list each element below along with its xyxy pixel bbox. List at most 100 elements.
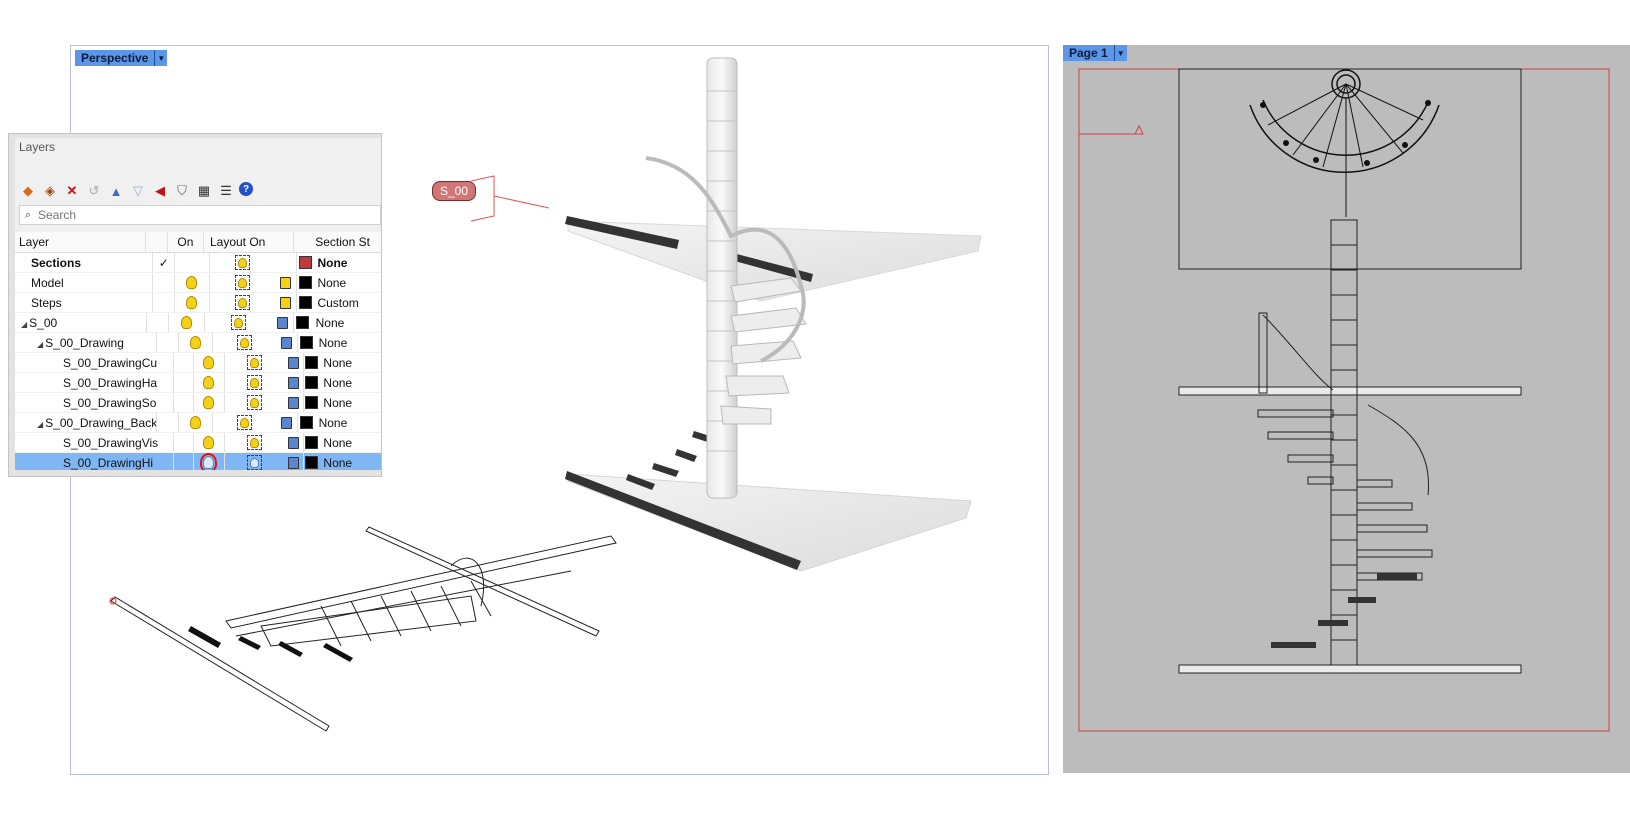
layout-bulb-icon[interactable] [230,315,246,330]
layer-color-swatch[interactable] [296,316,310,329]
lock-icon[interactable] [281,416,293,429]
col-header-layout-on[interactable]: Layout On [202,232,272,252]
table-icon[interactable]: ▦ [195,182,213,200]
layer-row[interactable]: S_00_DrawingHa None [15,373,381,393]
expand-icon[interactable]: ◢ [21,320,27,329]
undo-icon[interactable]: ↺ [85,182,103,200]
layout-bulb-icon[interactable] [237,415,253,430]
layout-bulb-icon[interactable] [247,375,263,390]
layer-color-swatch[interactable] [299,416,313,429]
layer-color-swatch[interactable] [298,276,312,289]
layer-row[interactable]: ◢ S_00_Drawing_Back None [15,413,381,433]
layer-row[interactable]: S_00_DrawingVis None [15,433,381,453]
bulb-on-icon[interactable] [203,356,215,369]
lock-icon[interactable] [288,456,300,469]
filter-icon[interactable]: ⛉ [173,182,191,200]
current-layer-check-icon[interactable]: ✓ [152,253,174,272]
layer-color-swatch[interactable] [298,296,312,309]
bulb-on-icon[interactable] [186,276,198,289]
layout-bulb-icon[interactable] [247,395,263,410]
section-style-value[interactable]: None [319,376,381,390]
section-style-value[interactable]: None [312,316,381,330]
layer-color-swatch[interactable] [305,356,319,369]
layer-row[interactable]: Sections ✓ None [15,253,381,273]
section-style-value[interactable]: None [313,276,381,290]
bulb-off-icon[interactable] [200,453,218,470]
lock-icon[interactable] [281,336,293,349]
layer-color-swatch[interactable] [305,396,319,409]
unlock-icon[interactable] [279,276,291,289]
bulb-on-icon[interactable] [189,416,201,429]
expand-icon[interactable]: ◢ [37,420,43,429]
layer-row[interactable]: ◢ S_00_Drawing None [15,333,381,353]
layout-page[interactable]: Page 1 ▼ [1063,45,1630,773]
lock-icon[interactable] [277,316,289,329]
expand-icon[interactable]: ◢ [37,340,43,349]
layout-bulb-icon[interactable] [234,275,250,290]
layout-bulb-icon[interactable] [247,355,263,370]
current-layer-cell[interactable] [156,413,177,432]
bulb-on-icon[interactable] [203,396,215,409]
layer-row[interactable]: Model None [15,273,381,293]
move-up-icon[interactable]: ▲ [107,182,125,200]
current-layer-cell[interactable] [173,373,193,392]
layout-bulb-icon[interactable] [237,335,253,350]
layer-row[interactable]: S_00_DrawingCu None [15,353,381,373]
layer-row[interactable]: S_00_DrawingHi None [15,453,381,470]
bulb-on-icon[interactable] [181,316,192,329]
layout-bulb-icon[interactable] [247,435,263,450]
layer-color-swatch[interactable] [305,456,319,469]
layer-color-swatch[interactable] [298,256,312,269]
help-icon[interactable]: ? [239,182,253,196]
section-style-value[interactable]: None [319,396,381,410]
new-sublayer-icon[interactable]: ◈ [41,182,59,200]
current-layer-cell[interactable] [173,453,193,470]
current-layer-cell[interactable] [173,433,193,452]
current-layer-cell[interactable] [152,293,174,312]
section-style-value[interactable]: None [315,336,381,350]
move-to-parent-icon[interactable]: ◀ [151,182,169,200]
section-style-value[interactable]: None [319,356,381,370]
lock-icon[interactable] [288,436,300,449]
chevron-down-icon[interactable]: ▼ [1113,45,1127,61]
layout-tab-page1[interactable]: Page 1 ▼ [1063,45,1127,61]
section-label-tag[interactable]: S_00 [432,181,476,201]
viewport-tab-perspective[interactable]: Perspective ▼ [75,50,168,66]
col-header-layer[interactable]: Layer [15,235,145,249]
layer-color-swatch[interactable] [299,336,313,349]
delete-icon[interactable]: ✕ [63,182,81,200]
col-header-section-style[interactable]: Section St [311,235,381,249]
lock-icon[interactable] [288,356,300,369]
layout-bulb-icon[interactable] [234,255,250,270]
chevron-down-icon[interactable]: ▼ [154,50,167,66]
unlock-icon[interactable] [279,296,291,309]
current-layer-cell[interactable] [156,333,177,352]
bulb-on-icon[interactable] [186,296,198,309]
current-layer-cell[interactable] [146,313,168,332]
layout-bulb-icon[interactable] [234,295,250,310]
layer-row[interactable]: S_00_DrawingSo None [15,393,381,413]
layer-color-swatch[interactable] [305,436,319,449]
layout-bulb-icon[interactable] [247,455,263,470]
search-input[interactable] [36,207,360,223]
section-style-value[interactable]: Custom [313,296,381,310]
layer-row[interactable]: Steps Custom [15,293,381,313]
move-down-icon[interactable]: ▽ [129,182,147,200]
section-style-value[interactable]: None [315,416,381,430]
section-style-value[interactable]: None [319,436,381,450]
layer-row[interactable]: ◢ S_00 None [15,313,381,333]
current-layer-cell[interactable] [173,393,193,412]
bulb-on-icon[interactable] [203,376,215,389]
section-style-value[interactable]: None [313,256,381,270]
lock-icon[interactable] [288,396,300,409]
current-layer-cell[interactable] [152,273,174,292]
col-header-on[interactable]: On [167,232,203,252]
lock-icon[interactable] [288,376,300,389]
new-layer-icon[interactable]: ◆ [19,182,37,200]
layer-color-swatch[interactable] [305,376,319,389]
current-layer-cell[interactable] [173,353,193,372]
menu-icon[interactable]: ☰ [217,182,235,200]
bulb-on-icon[interactable] [189,336,201,349]
section-style-value[interactable]: None [319,456,381,470]
bulb-on-icon[interactable] [203,436,215,449]
